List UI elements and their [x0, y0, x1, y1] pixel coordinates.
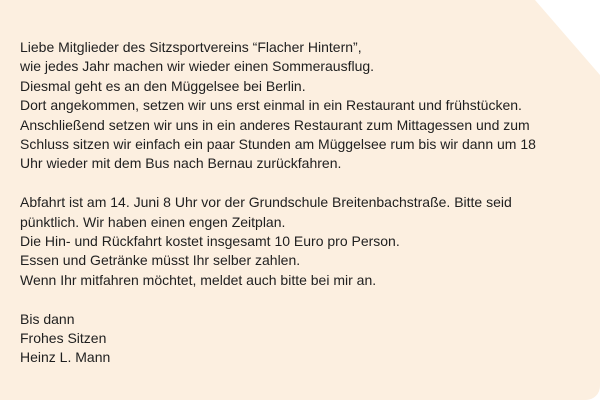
closing-line: Frohes Sitzen [20, 330, 107, 347]
letter-line: Essen und Getränke müsst Ihr selber zahl… [20, 252, 301, 269]
letter-line: Anschließend setzen wir uns in ein ander… [20, 116, 530, 133]
letter-line: Wenn Ihr mitfahren möchtet, meldet auch … [20, 271, 377, 288]
letter-line: Schluss sitzen wir einfach ein paar Stun… [20, 136, 536, 153]
letter-line: Dort angekommen, setzen wir uns erst ein… [20, 97, 522, 114]
note-card: Liebe Mitglieder des Sitzsportvereins “F… [0, 0, 600, 400]
letter-line: wie jedes Jahr machen wir wieder einen S… [20, 58, 375, 75]
letter-line: Die Hin- und Rückfahrt kostet insgesamt … [20, 233, 400, 250]
letter-line: Diesmal geht es an den Müggelsee bei Ber… [20, 77, 306, 94]
letter-line: Abfahrt ist am 14. Juni 8 Uhr vor der Gr… [20, 194, 512, 211]
greeting-line: Liebe Mitglieder des Sitzsportvereins “F… [20, 39, 362, 55]
letter-line: Uhr wieder mit dem Bus nach Bernau zurüc… [20, 155, 342, 172]
letter-line: pünktlich. Wir haben einen engen Zeitpla… [20, 213, 286, 230]
closing-line: Bis dann [20, 310, 75, 327]
signature-name: Heinz L. Mann [20, 349, 111, 366]
letter-text: Liebe Mitglieder des Sitzsportvereins “F… [20, 38, 580, 368]
